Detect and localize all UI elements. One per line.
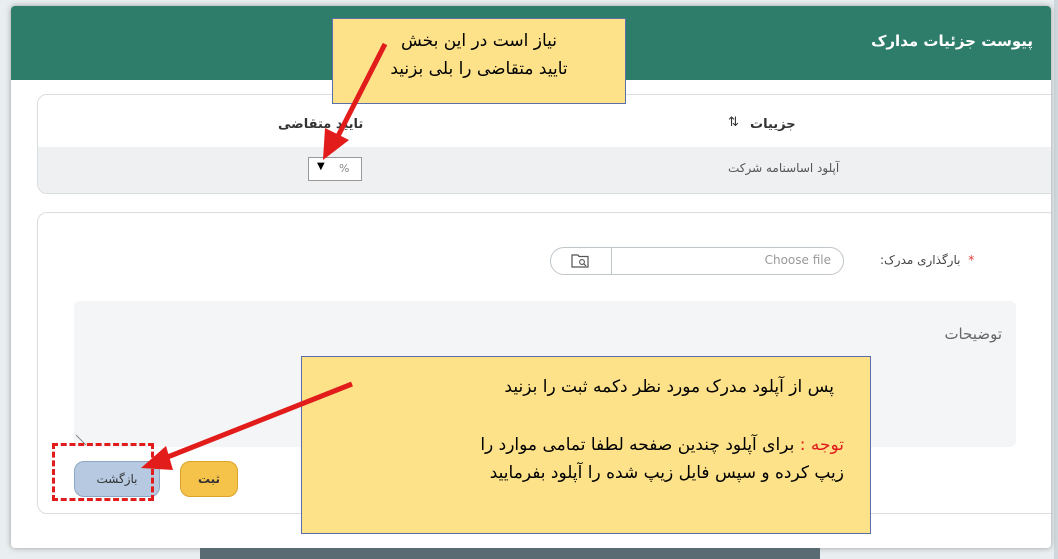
note-line2: زیپ کرده و سپس فایل زیپ شده را آپلود بفر… (489, 463, 844, 483)
folder-search-icon[interactable] (571, 253, 589, 268)
callout-bottom-line1: پس از آپلود مدرک مورد نظر دکمه ثبت را بز… (504, 377, 834, 397)
document-name-cell: آپلود اساسنامه شرکت (728, 161, 840, 175)
select-value: % (339, 162, 350, 175)
file-placeholder: Choose file (764, 253, 831, 267)
table-row: آپلود اساسنامه شرکت ▼ % (38, 147, 1051, 193)
required-marker: * (968, 253, 975, 267)
callout-top-line1: نیاز است در این بخش (400, 31, 558, 51)
upload-label-text: بارگذاری مدرک: (880, 253, 961, 267)
documents-table: جزییات ⇅ تایید متقاضی آپلود اساسنامه شرک… (37, 94, 1051, 194)
column-header-confirm: تایید متقاضی (278, 117, 364, 132)
save-button[interactable]: ثبت (180, 461, 238, 497)
callout-confirm-hint: نیاز است در این بخش تایید متقاضی را بلی … (332, 18, 626, 104)
confirm-select[interactable]: ▼ % (308, 157, 362, 181)
file-input-divider (611, 248, 612, 274)
callout-upload-hint: پس از آپلود مدرک مورد نظر دکمه ثبت را بز… (301, 356, 871, 534)
footer-strip (200, 548, 820, 559)
callout-top-line2: تایید متقاضی را بلی بزنید (390, 59, 568, 79)
backdrop-edge (1054, 0, 1058, 559)
modal-title: پیوست جزئیات مدارک (871, 32, 1033, 50)
description-placeholder: توضیحات (944, 325, 1002, 343)
highlight-back-button (52, 443, 154, 501)
file-input[interactable]: Choose file (550, 247, 844, 275)
column-header-details[interactable]: جزییات (750, 117, 796, 132)
sort-arrow-icon[interactable]: ⇅ (728, 115, 739, 130)
upload-label: * بارگذاری مدرک: (880, 253, 974, 267)
callout-bottom-note: توجه : برای آپلود چندین صفحه لطفا تمامی … (480, 431, 844, 487)
caret-down-icon: ▼ (317, 161, 325, 172)
note-prefix: توجه : (799, 435, 844, 455)
note-line1: برای آپلود چندین صفحه لطفا تمامی موارد ر… (480, 435, 800, 455)
